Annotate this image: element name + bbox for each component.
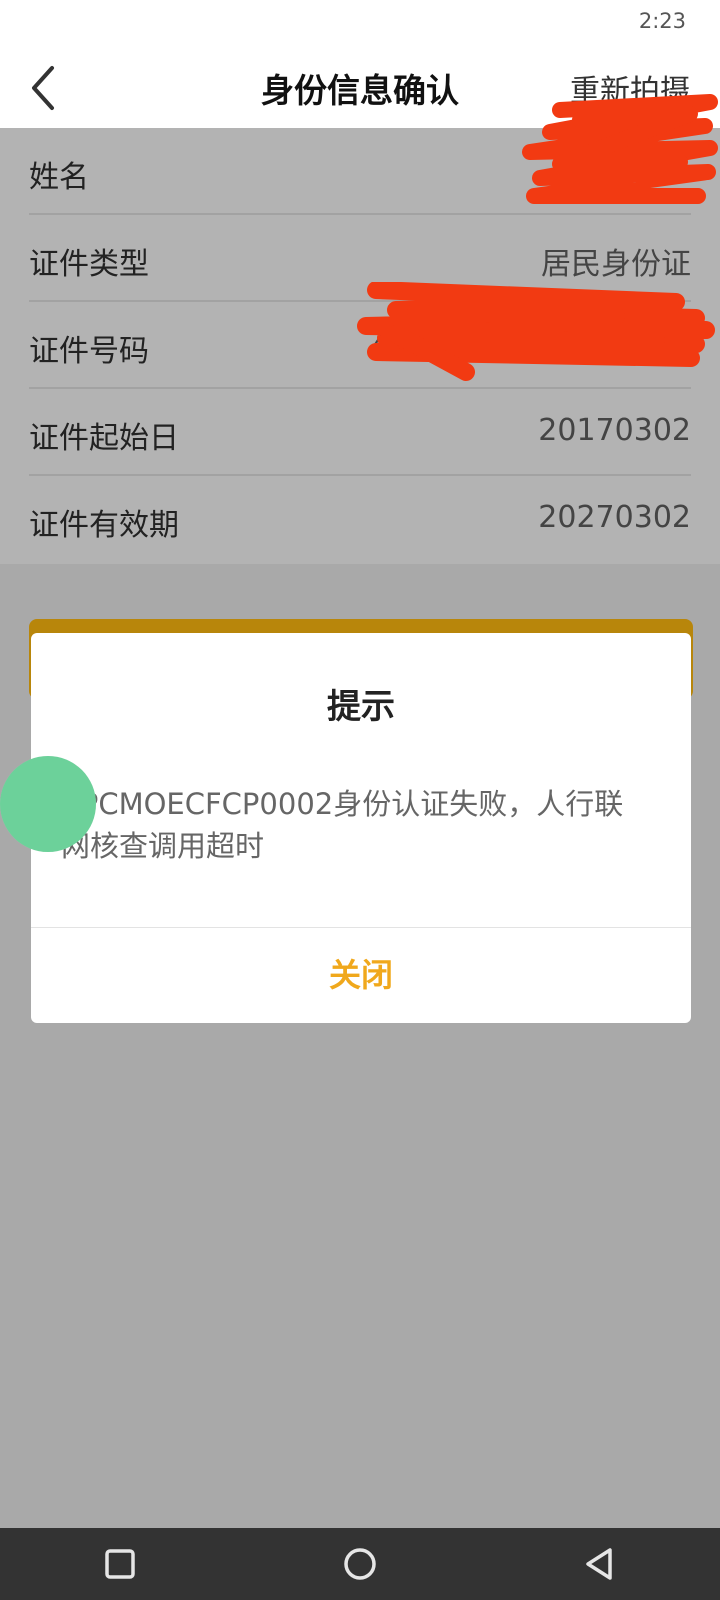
status-bar: 2:23 (0, 0, 720, 48)
info-label: 姓名 (29, 160, 89, 195)
retake-button[interactable]: 重新拍摄 (570, 66, 690, 110)
circle-home-icon (344, 1548, 376, 1580)
identity-info-list: 姓名 证件类型 居民身份证 证件号码 4 证件起始日 20170302 证件有效… (0, 128, 720, 564)
square-icon (105, 1549, 135, 1579)
info-row-id-number: 证件号码 4 (29, 302, 691, 389)
header-bar: 身份信息确认 重新拍摄 (0, 48, 720, 128)
home-button[interactable] (338, 1542, 382, 1586)
info-label: 证件有效期 (29, 508, 179, 543)
info-value: 20270302 (538, 500, 691, 535)
indicator-dot-icon (0, 756, 96, 852)
info-value: 居民身份证 (541, 247, 691, 282)
info-row-id-type: 证件类型 居民身份证 (29, 215, 691, 302)
triangle-back-icon (586, 1548, 612, 1580)
info-label: 证件类型 (29, 247, 149, 282)
alert-dialog: 提示 APCMOECFCP0002身份认证失败，人行联网核查调用超时 关闭 (31, 633, 691, 1023)
info-label: 证件起始日 (29, 421, 179, 456)
info-value: 20170302 (538, 413, 691, 448)
back-nav-button[interactable] (578, 1542, 622, 1586)
recent-apps-button[interactable] (98, 1542, 142, 1586)
system-nav-bar (0, 1528, 720, 1600)
close-button[interactable]: 关闭 (31, 928, 691, 1023)
info-row-expiry: 证件有效期 20270302 (29, 476, 691, 563)
info-row-start-date: 证件起始日 20170302 (29, 389, 691, 476)
info-value: 4 (371, 326, 391, 361)
dialog-title: 提示 (327, 687, 395, 727)
status-time: 2:23 (638, 9, 686, 33)
info-label: 证件号码 (29, 334, 149, 369)
dialog-message: APCMOECFCP0002身份认证失败，人行联网核查调用超时 (61, 787, 624, 863)
info-row-name: 姓名 (29, 128, 691, 215)
